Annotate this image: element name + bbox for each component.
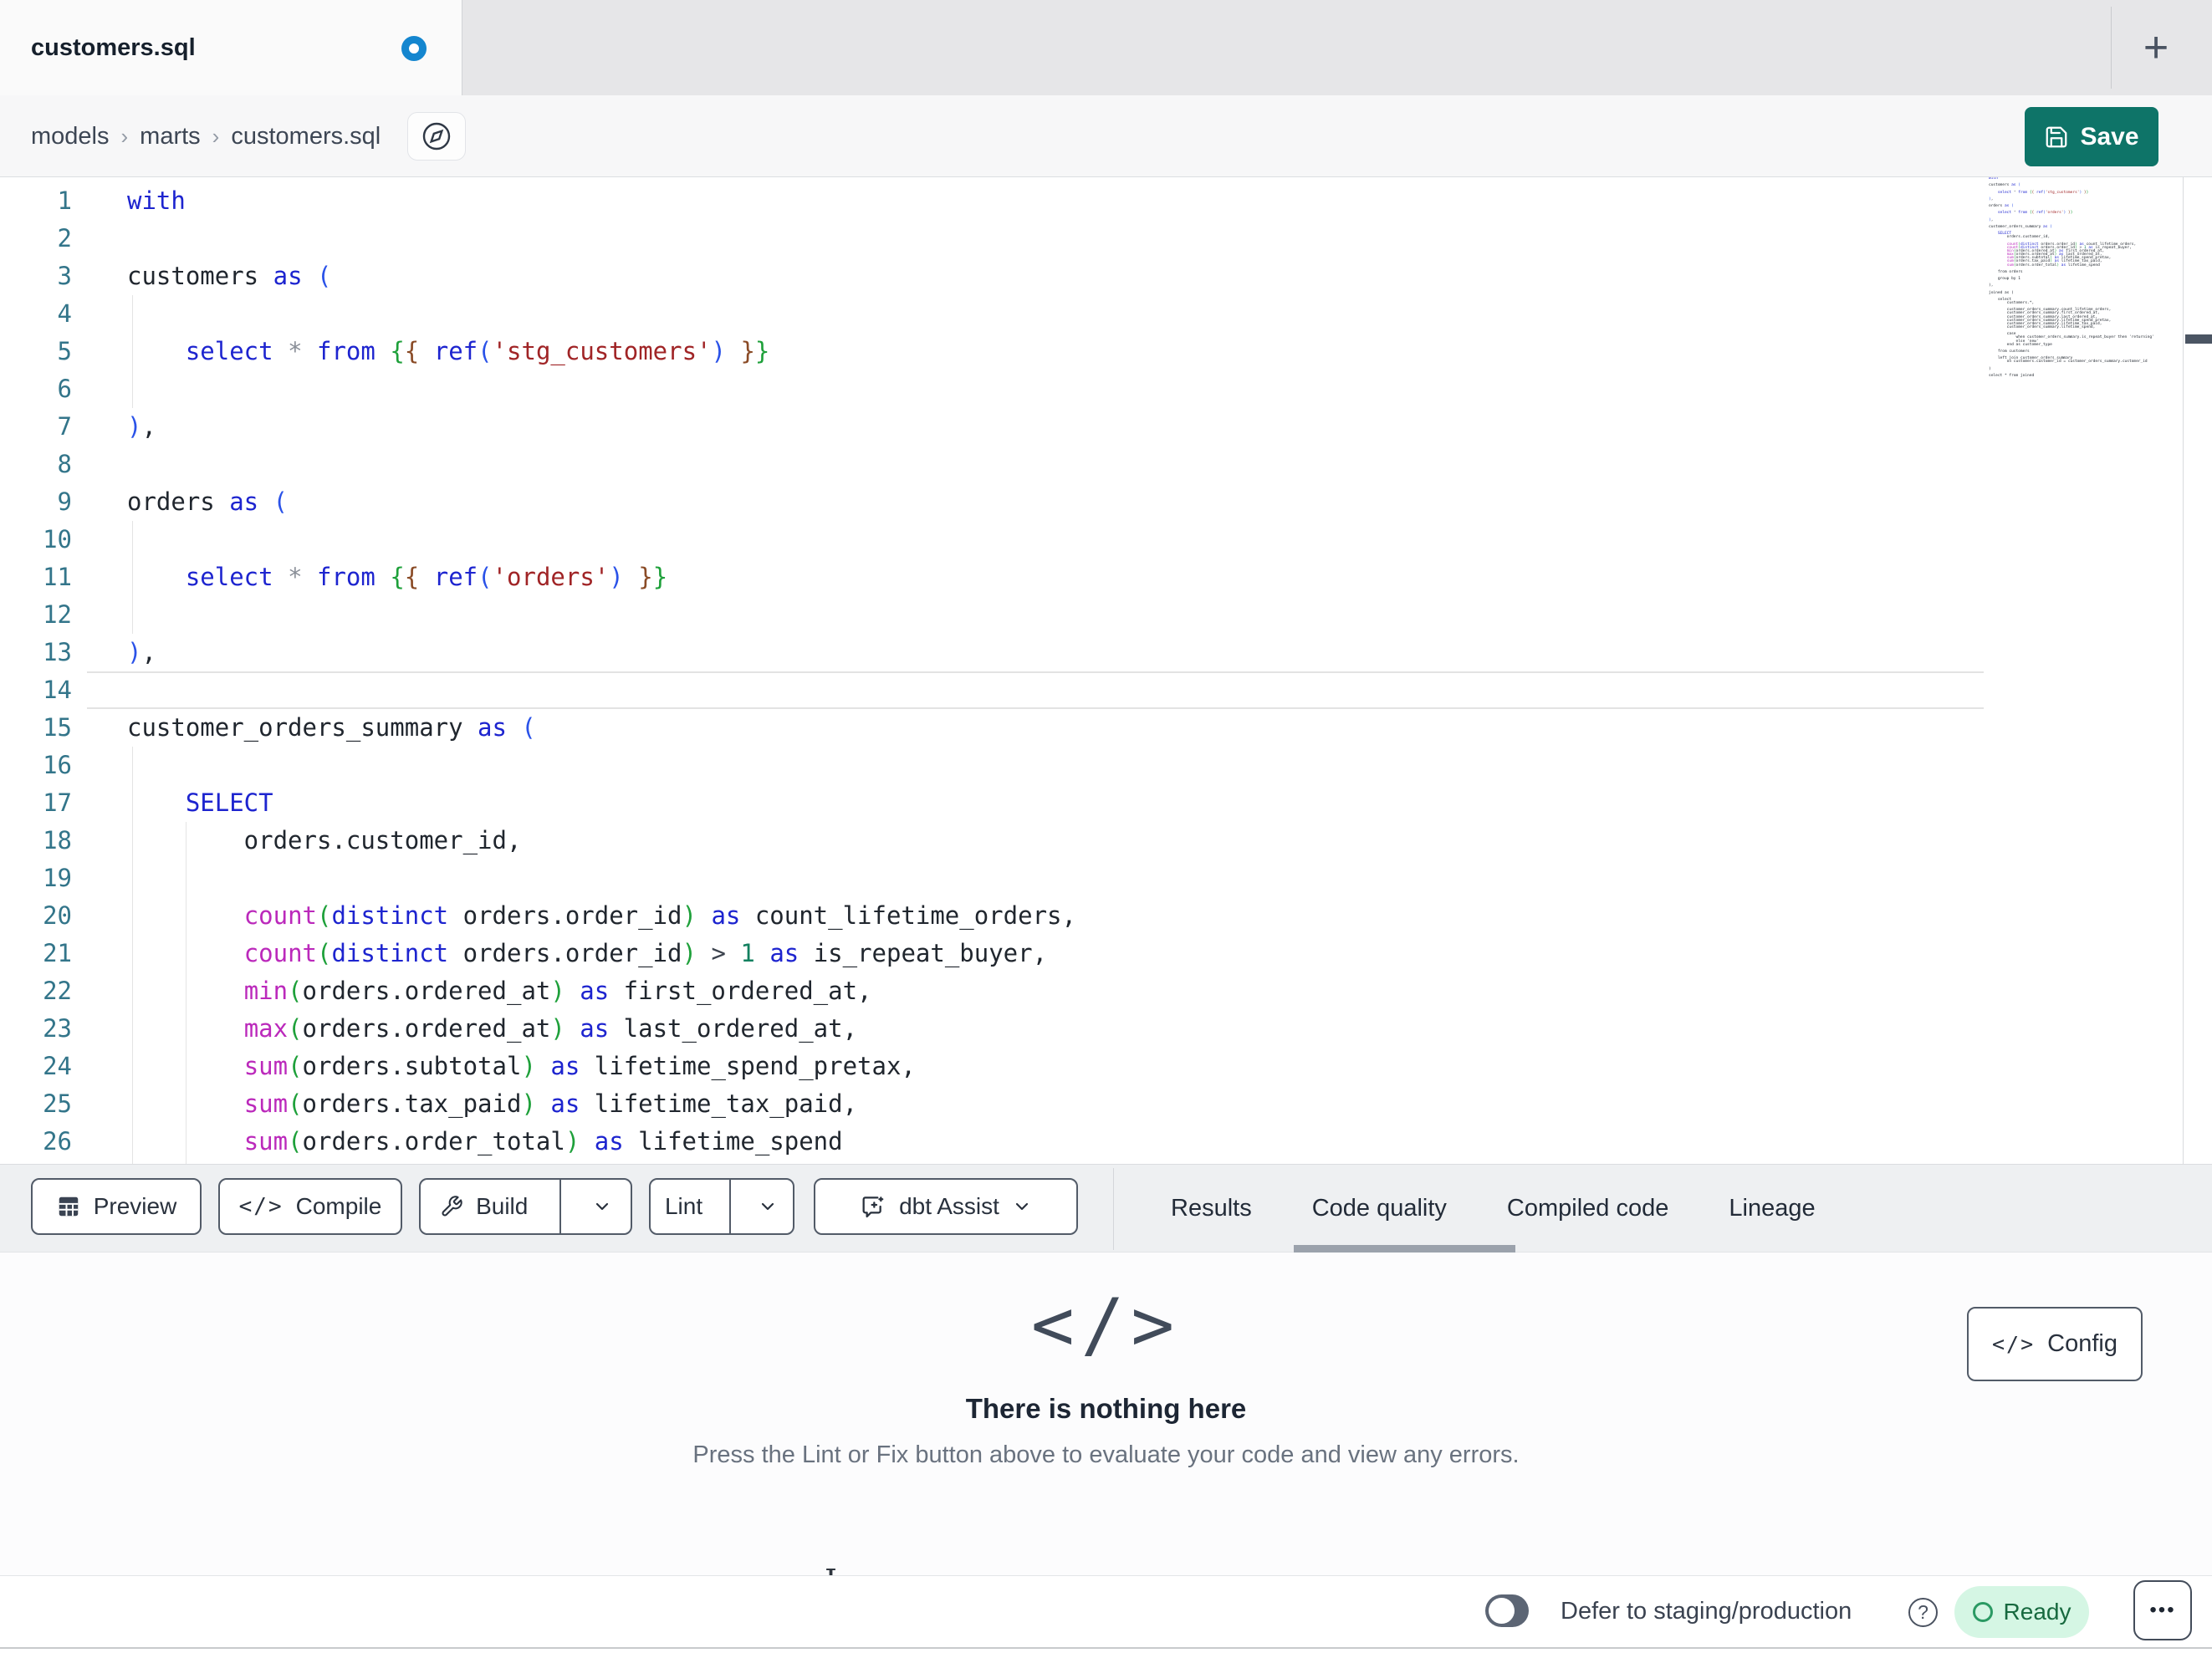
status-badge-label: Ready <box>2003 1599 2072 1625</box>
breadcrumb-item-marts[interactable]: marts <box>140 123 201 151</box>
compass-icon <box>421 121 452 151</box>
defer-label: Defer to staging/production <box>1561 1598 1852 1625</box>
empty-state-title: There is nothing here <box>965 1393 1247 1424</box>
config-button-label: Config <box>2047 1330 2117 1357</box>
code-brackets-icon: </> <box>238 1194 284 1219</box>
defer-toggle[interactable] <box>1485 1594 1529 1627</box>
editor-scrollbar-rail[interactable] <box>2183 177 2212 1164</box>
panel-tabs: Results Code quality Compiled code Linea… <box>1171 1165 1816 1252</box>
tab-compiled-code[interactable]: Compiled code <box>1507 1195 1668 1222</box>
scrollbar-marker[interactable] <box>2185 334 2212 344</box>
ide-status-badge[interactable]: Ready <box>1954 1586 2089 1638</box>
toolbar-tabs-divider <box>1113 1168 1114 1250</box>
split-divider <box>729 1180 731 1233</box>
status-ring-icon <box>1972 1602 1993 1622</box>
breadcrumb-row: models › marts › customers.sql Save <box>0 95 2212 177</box>
explore-lineage-button[interactable] <box>407 112 466 161</box>
build-button-label: Build <box>476 1193 529 1219</box>
line-number-gutter: 1 2 3 4 5 6 7 8 9 10 11 12 13 14 15 16 17 18 19 20 21 22 23 24 2… <box>43 186 72 1156</box>
breadcrumb-separator-icon: › <box>120 123 129 149</box>
breadcrumb-item-file[interactable]: customers.sql <box>231 123 381 151</box>
build-dropdown-button[interactable] <box>574 1180 631 1233</box>
compile-button[interactable]: </> Compile <box>218 1178 402 1235</box>
file-tab-title: customers.sql <box>31 34 196 61</box>
editor-toolbar: Preview </> Compile Build Lint dbt Assis… <box>0 1164 2212 1253</box>
tab-lineage[interactable]: Lineage <box>1729 1195 1815 1222</box>
status-bar: Defer to staging/production ? Ready ••• <box>0 1575 2212 1649</box>
new-tab-button[interactable]: + <box>2124 16 2188 79</box>
unsaved-changes-dot-icon <box>401 36 427 61</box>
empty-state-subtitle: Press the Lint or Fix button above to ev… <box>692 1441 1520 1468</box>
breadcrumb-separator-icon: › <box>212 123 220 149</box>
dbt-assist-button-label: dbt Assist <box>899 1193 999 1219</box>
overflow-menu-button[interactable]: ••• <box>2133 1580 2192 1640</box>
tab-bar: customers.sql + <box>0 0 2212 95</box>
save-button[interactable]: Save <box>2025 107 2158 166</box>
breadcrumb: models › marts › customers.sql <box>31 95 381 177</box>
config-button[interactable]: </> Config <box>1967 1307 2143 1381</box>
active-tab-underline <box>1294 1245 1515 1253</box>
lint-button[interactable]: Lint <box>651 1180 717 1233</box>
floppy-disk-icon <box>2044 125 2069 150</box>
toggle-knob <box>1489 1598 1515 1624</box>
tab-results[interactable]: Results <box>1171 1195 1252 1222</box>
dbt-cloud-ide: customers.sql + models › marts › custome… <box>0 0 2212 1653</box>
chevron-down-icon <box>592 1196 612 1217</box>
chevron-down-icon <box>1012 1196 1032 1217</box>
help-icon[interactable]: ? <box>1908 1598 1938 1627</box>
tab-bar-divider <box>2111 7 2112 89</box>
minimap[interactable]: with customers as ( select * from {{ ref… <box>1989 177 2179 383</box>
breadcrumb-item-models[interactable]: models <box>31 123 110 151</box>
compile-button-label: Compile <box>295 1193 382 1219</box>
preview-button-label: Preview <box>93 1193 177 1219</box>
table-grid-icon <box>56 1194 81 1219</box>
lint-dropdown-button[interactable] <box>743 1180 793 1233</box>
build-button[interactable]: Build <box>421 1180 547 1233</box>
code-quality-panel: </> There is nothing here Press the Lint… <box>0 1253 2212 1575</box>
code-editor[interactable]: 1 2 3 4 5 6 7 8 9 10 11 12 13 14 15 16 17 18 19 20 21 22 23 24 2… <box>0 177 2212 1164</box>
split-divider <box>559 1180 562 1233</box>
file-tab-customers-sql[interactable]: customers.sql <box>0 0 462 95</box>
lint-button-label: Lint <box>664 1193 703 1219</box>
empty-state: </> There is nothing here Press the Lint… <box>0 1253 2212 1469</box>
build-split-button: Build <box>419 1178 632 1235</box>
chevron-down-icon <box>758 1196 778 1217</box>
tab-code-quality[interactable]: Code quality <box>1312 1195 1447 1222</box>
chat-sparkle-icon <box>860 1193 886 1220</box>
dbt-assist-button[interactable]: dbt Assist <box>814 1178 1078 1235</box>
preview-button[interactable]: Preview <box>31 1178 202 1235</box>
code-brackets-icon: </> <box>1992 1332 2036 1356</box>
code-brackets-icon: </> <box>1030 1283 1182 1367</box>
code-lines[interactable]: with customers as ( select * from {{ ref… <box>127 182 1076 1161</box>
wrench-icon <box>440 1195 463 1218</box>
save-button-label: Save <box>2080 122 2139 151</box>
lint-split-button: Lint <box>649 1178 794 1235</box>
ellipsis-icon: ••• <box>2149 1599 2176 1621</box>
